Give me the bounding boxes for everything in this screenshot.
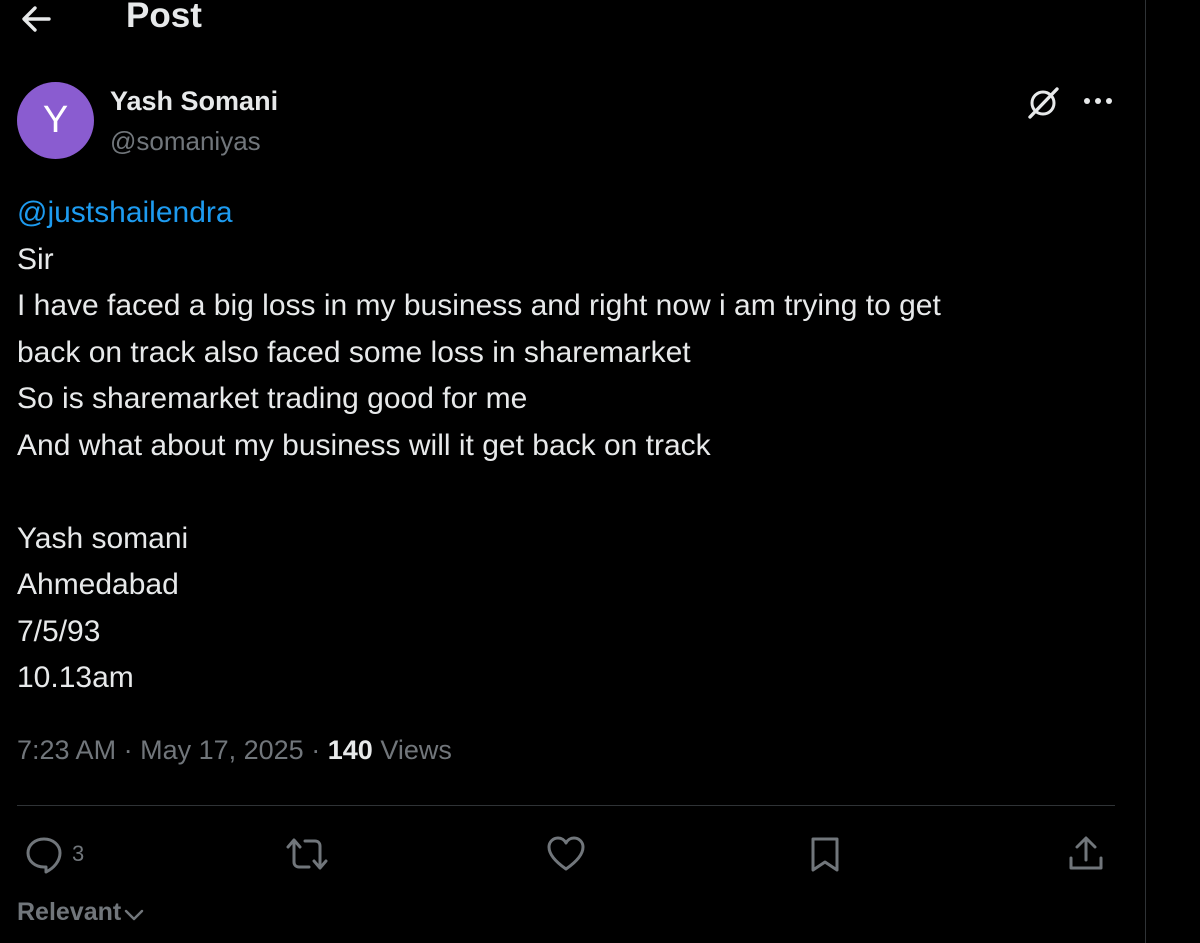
page-header: Post: [0, 0, 1145, 40]
grok-button[interactable]: [1024, 84, 1062, 122]
author-handle[interactable]: @somaniyas: [110, 126, 261, 157]
post-date[interactable]: May 17, 2025: [140, 735, 304, 765]
views-count[interactable]: 140: [328, 735, 373, 765]
author-name[interactable]: Yash Somani: [110, 86, 278, 117]
meta-separator: ·: [311, 735, 321, 765]
reply-count: 3: [72, 841, 85, 866]
share-icon: [1069, 836, 1103, 870]
like-button[interactable]: [546, 832, 586, 876]
post-column: Post Y Yash Somani @somaniyas @justshail…: [0, 0, 1146, 943]
more-horizontal-icon: [1084, 98, 1112, 104]
post-metadata: 7:23 AM · May 17, 2025 · 140 Views: [17, 735, 452, 766]
post-line: Yash somani: [17, 521, 189, 555]
avatar-letter: Y: [42, 99, 69, 141]
bookmark-button[interactable]: [808, 832, 842, 876]
repost-button[interactable]: [284, 832, 330, 876]
chevron-down-icon: [125, 909, 144, 920]
post-line: Ahmedabad: [17, 568, 179, 601]
meta-separator: ·: [123, 735, 133, 765]
mention-link[interactable]: @justshailendra: [17, 190, 1127, 237]
post-time[interactable]: 7:23 AM: [17, 735, 116, 765]
post-line: 10.13am: [17, 661, 134, 694]
back-button[interactable]: [18, 2, 58, 36]
reply-button[interactable]: 3: [24, 832, 84, 876]
post-line: 7/5/93: [17, 614, 101, 648]
share-button[interactable]: [1066, 832, 1106, 876]
views-label[interactable]: Views: [380, 735, 452, 765]
avatar[interactable]: Y: [17, 82, 94, 159]
like-icon: [547, 836, 585, 871]
more-options-button[interactable]: [1080, 86, 1116, 116]
reply-icon: [26, 837, 62, 874]
sort-replies-dropdown[interactable]: Relevant: [17, 898, 144, 927]
post-line: I have faced a big loss in my business a…: [17, 289, 941, 322]
sort-label: Relevant: [17, 898, 122, 926]
repost-icon: [286, 838, 328, 870]
post-line: [17, 469, 1127, 516]
bookmark-icon: [811, 837, 839, 872]
divider: [17, 805, 1115, 806]
post-line: So is sharemarket trading good for me: [17, 382, 528, 415]
post-text: @justshailendra Sir I have faced a big l…: [17, 190, 1127, 702]
post-line: Sir: [17, 242, 54, 276]
grok-icon: [1028, 87, 1059, 119]
arrow-left-icon: [22, 6, 51, 32]
page-title: Post: [126, 0, 202, 35]
post-line: And what about my business will it get b…: [17, 428, 711, 462]
post-line: back on track also faced some loss in sh…: [17, 335, 691, 369]
